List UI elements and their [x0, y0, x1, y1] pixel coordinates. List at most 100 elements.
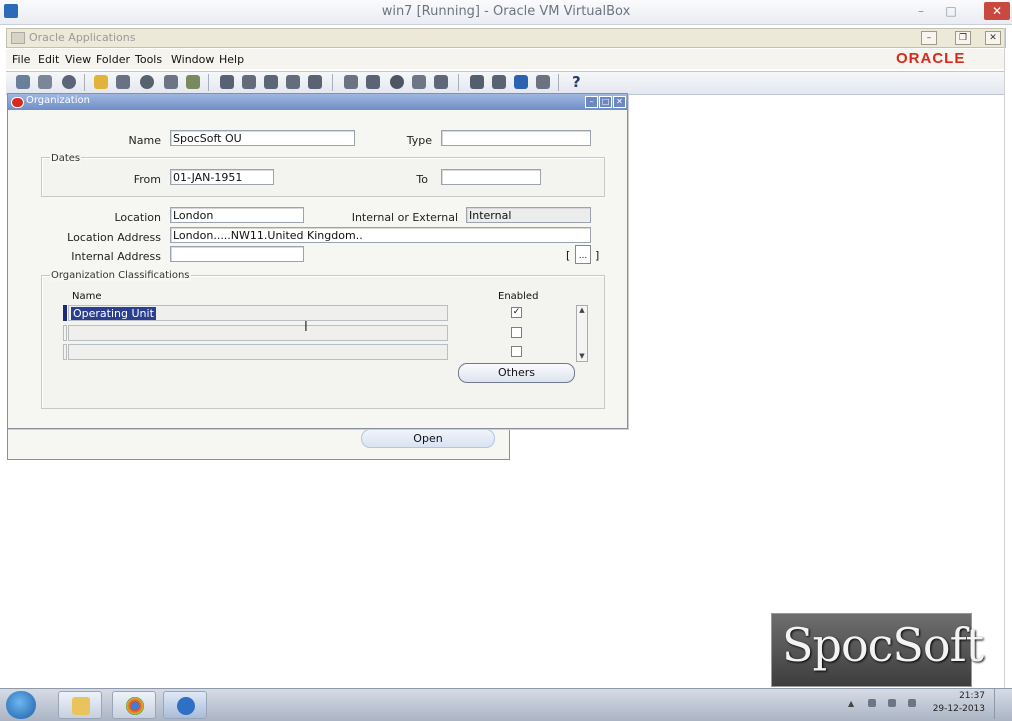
oracle-logo: ORACLE — [896, 50, 966, 67]
system-clock[interactable]: 21:37 29-12-2013 — [930, 690, 985, 716]
scroll-down-icon[interactable]: ▼ — [577, 352, 587, 360]
classification-row[interactable] — [68, 344, 448, 360]
app-title-bar: Oracle Applications – ❐ ✕ — [6, 28, 1006, 48]
menu-tools[interactable]: Tools — [135, 53, 162, 66]
save-icon[interactable] — [94, 75, 108, 89]
menu-window[interactable]: Window — [171, 53, 214, 66]
classifications-group-label: Organization Classifications — [50, 270, 191, 281]
table-icon[interactable] — [536, 75, 550, 89]
type-label: Type — [406, 134, 432, 147]
text-cursor-icon: I — [304, 320, 308, 335]
edit-field-icon[interactable] — [308, 75, 322, 89]
frame-right-edge — [1004, 28, 1012, 688]
location-field[interactable]: London — [170, 207, 304, 223]
org-minimize-button[interactable]: – — [585, 96, 598, 108]
internal-external-field[interactable]: Internal — [466, 207, 591, 223]
delete-record-icon[interactable] — [286, 75, 300, 89]
to-date-field[interactable] — [441, 169, 541, 185]
classification-row[interactable]: Operating Unit — [68, 305, 448, 321]
classifications-scrollbar[interactable]: ▲ ▼ — [576, 305, 588, 362]
zoom-icon[interactable] — [344, 75, 358, 89]
internal-external-label: Internal or External — [351, 211, 458, 224]
translations-icon[interactable] — [366, 75, 380, 89]
organization-window: Organization – □ ✕ Name SpocSoft OU Type… — [7, 93, 628, 429]
cut-icon[interactable] — [186, 75, 200, 89]
org-close-button[interactable]: ✕ — [613, 96, 626, 108]
name-label: Name — [128, 134, 161, 147]
explorer-icon — [72, 697, 90, 715]
record-indicator — [63, 325, 67, 341]
others-button[interactable]: Others — [458, 363, 575, 383]
host-close-button[interactable]: ✕ — [984, 2, 1010, 20]
name-field[interactable]: SpocSoft OU — [170, 130, 355, 146]
scroll-up-icon[interactable]: ▲ — [577, 306, 587, 314]
clock-date: 29-12-2013 — [932, 704, 985, 714]
menu-bar: File Edit View Folder Tools Window Help — [6, 49, 1004, 69]
summary-icon[interactable] — [492, 75, 506, 89]
taskbar-internet-explorer[interactable] — [163, 691, 207, 719]
next-step-icon[interactable] — [116, 75, 130, 89]
internal-address-field[interactable] — [170, 246, 304, 262]
menu-view[interactable]: View — [65, 53, 91, 66]
volume-icon[interactable] — [908, 699, 916, 707]
help-icon[interactable]: ? — [572, 73, 581, 91]
type-field[interactable] — [441, 130, 591, 146]
enabled-checkbox[interactable]: ✓ — [511, 307, 522, 318]
open-button[interactable]: Open — [361, 429, 495, 448]
column-header-name: Name — [72, 291, 102, 302]
internal-address-label: Internal Address — [71, 250, 161, 263]
menu-edit[interactable]: Edit — [38, 53, 59, 66]
lov-bracket-right: ] — [595, 249, 600, 262]
classification-name: Operating Unit — [71, 307, 156, 320]
host-title: win7 [Running] - Oracle VM VirtualBox — [381, 4, 631, 19]
menu-folder[interactable]: Folder — [96, 53, 130, 66]
classification-row[interactable] — [68, 325, 448, 341]
oracle-form-icon — [11, 97, 24, 108]
org-maximize-button[interactable]: □ — [599, 96, 612, 108]
show-desktop-button[interactable] — [994, 689, 1009, 719]
flag-icon[interactable] — [868, 699, 876, 707]
lov-button[interactable]: ... — [575, 245, 591, 264]
from-date-field[interactable]: 01-JAN-1951 — [170, 169, 274, 185]
copy-icon[interactable] — [220, 75, 234, 89]
menu-file[interactable]: File — [12, 53, 30, 66]
dates-group-label: Dates — [50, 153, 82, 164]
from-label: From — [133, 173, 161, 186]
menu-help[interactable]: Help — [219, 53, 244, 66]
navigator-window: Open — [7, 427, 510, 460]
paste-icon[interactable] — [242, 75, 256, 89]
host-minimize-button[interactable]: – — [910, 2, 932, 20]
taskbar-chrome[interactable] — [112, 691, 156, 719]
chrome-icon — [126, 697, 144, 715]
clear-record-icon[interactable] — [264, 75, 278, 89]
new-icon[interactable] — [16, 75, 30, 89]
location-address-label: Location Address — [67, 231, 161, 244]
attachments-icon[interactable] — [390, 75, 404, 89]
enabled-checkbox[interactable] — [511, 327, 522, 338]
print-icon[interactable] — [140, 75, 154, 89]
close-form-icon[interactable] — [164, 75, 178, 89]
record-indicator — [63, 344, 67, 360]
location-address-field[interactable]: London.....NW11.United Kingdom.. — [170, 227, 591, 243]
export-icon[interactable] — [514, 75, 528, 89]
app-restore-button[interactable]: ❐ — [955, 31, 971, 45]
host-maximize-button[interactable]: □ — [940, 2, 962, 20]
folder-icon[interactable] — [470, 75, 484, 89]
network-icon[interactable] — [888, 699, 896, 707]
host-title-bar: win7 [Running] - Oracle VM VirtualBox – … — [0, 0, 1012, 25]
location-label: Location — [114, 211, 161, 224]
enabled-checkbox[interactable] — [511, 346, 522, 357]
app-title: Oracle Applications — [29, 31, 136, 44]
navigator-icon[interactable] — [62, 75, 76, 89]
window-help-icon[interactable] — [434, 75, 448, 89]
taskbar-explorer[interactable] — [58, 691, 102, 719]
app-close-button[interactable]: ✕ — [985, 31, 1001, 45]
folder-tools-icon[interactable] — [412, 75, 426, 89]
app-minimize-button[interactable]: – — [921, 31, 937, 45]
show-hidden-icons[interactable]: ▲ — [848, 699, 854, 708]
start-button[interactable] — [6, 691, 36, 719]
find-icon[interactable] — [38, 75, 52, 89]
organization-title-bar: Organization – □ ✕ — [8, 94, 627, 110]
column-header-enabled: Enabled — [498, 291, 539, 302]
clock-time: 21:37 — [959, 691, 985, 701]
